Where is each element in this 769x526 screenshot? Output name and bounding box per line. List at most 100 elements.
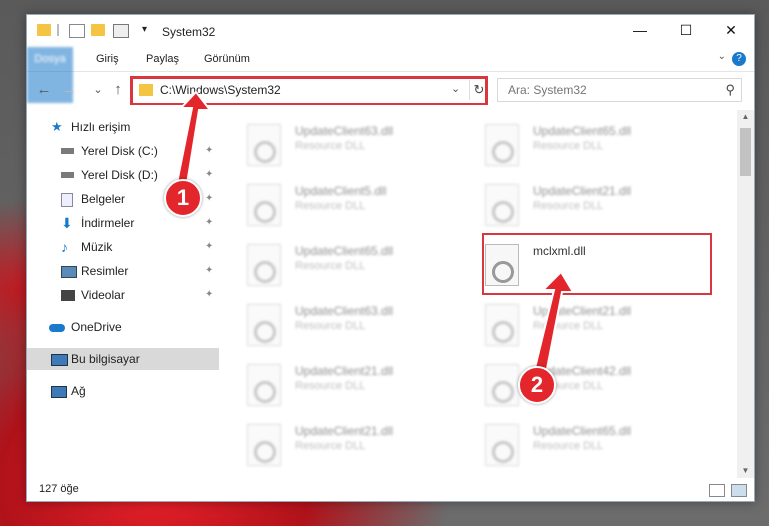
file-item[interactable]: UpdateClient63.dll Resource DLL: [237, 296, 467, 352]
vertical-scrollbar[interactable]: ▲ ▼: [737, 110, 754, 478]
computer-icon: [51, 354, 68, 366]
pin-icon[interactable]: ✦: [205, 260, 213, 282]
scroll-thumb[interactable]: [740, 128, 751, 176]
file-type: Resource DLL: [295, 380, 366, 392]
file-type: Resource DLL: [533, 200, 604, 212]
sidebar-item-label: İndirmeler: [81, 216, 135, 230]
dll-file-icon: [247, 304, 281, 346]
file-item[interactable]: UpdateClient65.dll Resource DLL: [475, 416, 705, 472]
sidebar-item-label: Yerel Disk (C:): [81, 144, 158, 158]
new-folder-icon[interactable]: [91, 24, 105, 36]
pin-icon[interactable]: ✦: [205, 188, 213, 210]
dll-file-icon: [485, 304, 519, 346]
file-highlight: [482, 233, 712, 295]
scroll-down-button[interactable]: ▼: [737, 464, 754, 478]
help-icon[interactable]: ?: [732, 52, 746, 66]
recent-locations-button[interactable]: ⌄: [89, 81, 107, 99]
file-type: Resource DLL: [533, 140, 604, 152]
close-button[interactable]: ✕: [708, 15, 754, 45]
file-item[interactable]: UpdateClient21.dll Resource DLL: [475, 176, 705, 232]
customize-qat-icon[interactable]: [113, 24, 129, 38]
search-box[interactable]: ⚲: [497, 78, 742, 102]
file-name: UpdateClient65.dll: [533, 424, 632, 438]
back-button[interactable]: ←: [35, 81, 53, 99]
sidebar-item-this-pc[interactable]: Bu bilgisayar: [27, 348, 219, 370]
address-bar-highlight: [130, 76, 488, 105]
pin-icon[interactable]: ✦: [205, 164, 213, 186]
sidebar-item-music[interactable]: ♪ Müzik ✦: [27, 236, 219, 258]
navigation-pane: ★ Hızlı erişim Yerel Disk (C:) ✦ Yerel D…: [27, 110, 219, 478]
file-name: UpdateClient63.dll: [295, 124, 394, 138]
file-type: Resource DLL: [295, 200, 366, 212]
sidebar-item-label: OneDrive: [71, 320, 122, 334]
pin-icon[interactable]: ✦: [205, 140, 213, 162]
dll-file-icon: [485, 184, 519, 226]
videos-icon: [61, 290, 75, 301]
file-item[interactable]: UpdateClient21.dll Resource DLL: [237, 356, 467, 412]
sidebar-item-onedrive[interactable]: OneDrive: [27, 316, 219, 338]
file-item[interactable]: UpdateClient21.dll Resource DLL: [237, 416, 467, 472]
sidebar-item-label: Bu bilgisayar: [71, 352, 140, 366]
details-view-icon[interactable]: [709, 484, 725, 497]
file-item[interactable]: UpdateClient21.dll Resource DLL: [475, 296, 705, 352]
large-icons-view-icon[interactable]: [731, 484, 747, 497]
search-icon[interactable]: ⚲: [725, 82, 735, 98]
qat-dropdown-icon[interactable]: ▾: [142, 24, 152, 36]
pin-icon[interactable]: ✦: [205, 284, 213, 306]
file-name: UpdateClient5.dll: [295, 184, 387, 198]
tab-view[interactable]: Görünüm: [193, 47, 261, 71]
file-item[interactable]: UpdateClient42.dll Resource DLL: [475, 356, 705, 412]
sidebar-item-network[interactable]: Ağ: [27, 380, 219, 402]
forward-button[interactable]: →: [60, 81, 78, 99]
pictures-icon: [61, 266, 77, 278]
dll-file-icon: [247, 184, 281, 226]
sidebar-item-local-disk-c[interactable]: Yerel Disk (C:) ✦: [27, 140, 219, 162]
dll-file-icon: [485, 364, 519, 406]
file-type: Resource DLL: [295, 260, 366, 272]
sidebar-item-label: Videolar: [81, 288, 125, 302]
status-bar: 127 öğe: [27, 479, 754, 501]
file-item[interactable]: UpdateClient5.dll Resource DLL: [237, 176, 467, 232]
dll-file-icon: [485, 124, 519, 166]
step-1-marker: 1: [164, 179, 202, 217]
title-bar: ▾ System32 — ☐ ✕: [27, 15, 754, 47]
maximize-button[interactable]: ☐: [663, 15, 709, 45]
search-input[interactable]: [506, 82, 710, 98]
dll-file-icon: [247, 364, 281, 406]
sidebar-item-label: Belgeler: [81, 192, 126, 206]
sidebar-item-label: Resimler: [81, 264, 129, 278]
star-icon: ★: [51, 119, 63, 134]
file-type: Resource DLL: [295, 320, 366, 332]
file-name: UpdateClient65.dll: [533, 124, 632, 138]
file-item[interactable]: UpdateClient65.dll Resource DLL: [237, 236, 467, 292]
documents-icon: [61, 193, 73, 207]
file-name: UpdateClient21.dll: [533, 184, 632, 198]
sidebar-item-label: Ağ: [71, 384, 86, 398]
sidebar-item-quick-access[interactable]: ★ Hızlı erişim: [27, 116, 219, 138]
up-button[interactable]: ↑: [109, 81, 127, 99]
file-item[interactable]: UpdateClient65.dll Resource DLL: [475, 116, 705, 172]
properties-icon[interactable]: [69, 24, 85, 38]
window-title: System32: [162, 25, 216, 39]
ribbon-tabs: Dosya Giriş Paylaş Görünüm ⌄ ?: [27, 47, 754, 103]
drive-icon: [61, 148, 74, 154]
scroll-up-button[interactable]: ▲: [737, 110, 754, 124]
separator: [57, 24, 59, 36]
item-count: 127 öğe: [39, 483, 79, 495]
tab-share[interactable]: Paylaş: [135, 47, 190, 71]
file-name: UpdateClient21.dll: [295, 424, 394, 438]
file-name: UpdateClient21.dll: [295, 364, 394, 378]
file-name: UpdateClient65.dll: [295, 244, 394, 258]
dll-file-icon: [485, 424, 519, 466]
file-item[interactable]: UpdateClient63.dll Resource DLL: [237, 116, 467, 172]
pin-icon[interactable]: ✦: [205, 236, 213, 258]
tab-home[interactable]: Giriş: [85, 47, 130, 71]
folder-icon: [37, 24, 51, 36]
minimize-button[interactable]: —: [617, 15, 663, 45]
pin-icon[interactable]: ✦: [205, 212, 213, 234]
file-type: Resource DLL: [295, 140, 366, 152]
dll-file-icon: [247, 244, 281, 286]
sidebar-item-pictures[interactable]: Resimler ✦: [27, 260, 219, 282]
sidebar-item-videos[interactable]: Videolar ✦: [27, 284, 219, 306]
chevron-down-icon[interactable]: ⌄: [718, 51, 726, 62]
